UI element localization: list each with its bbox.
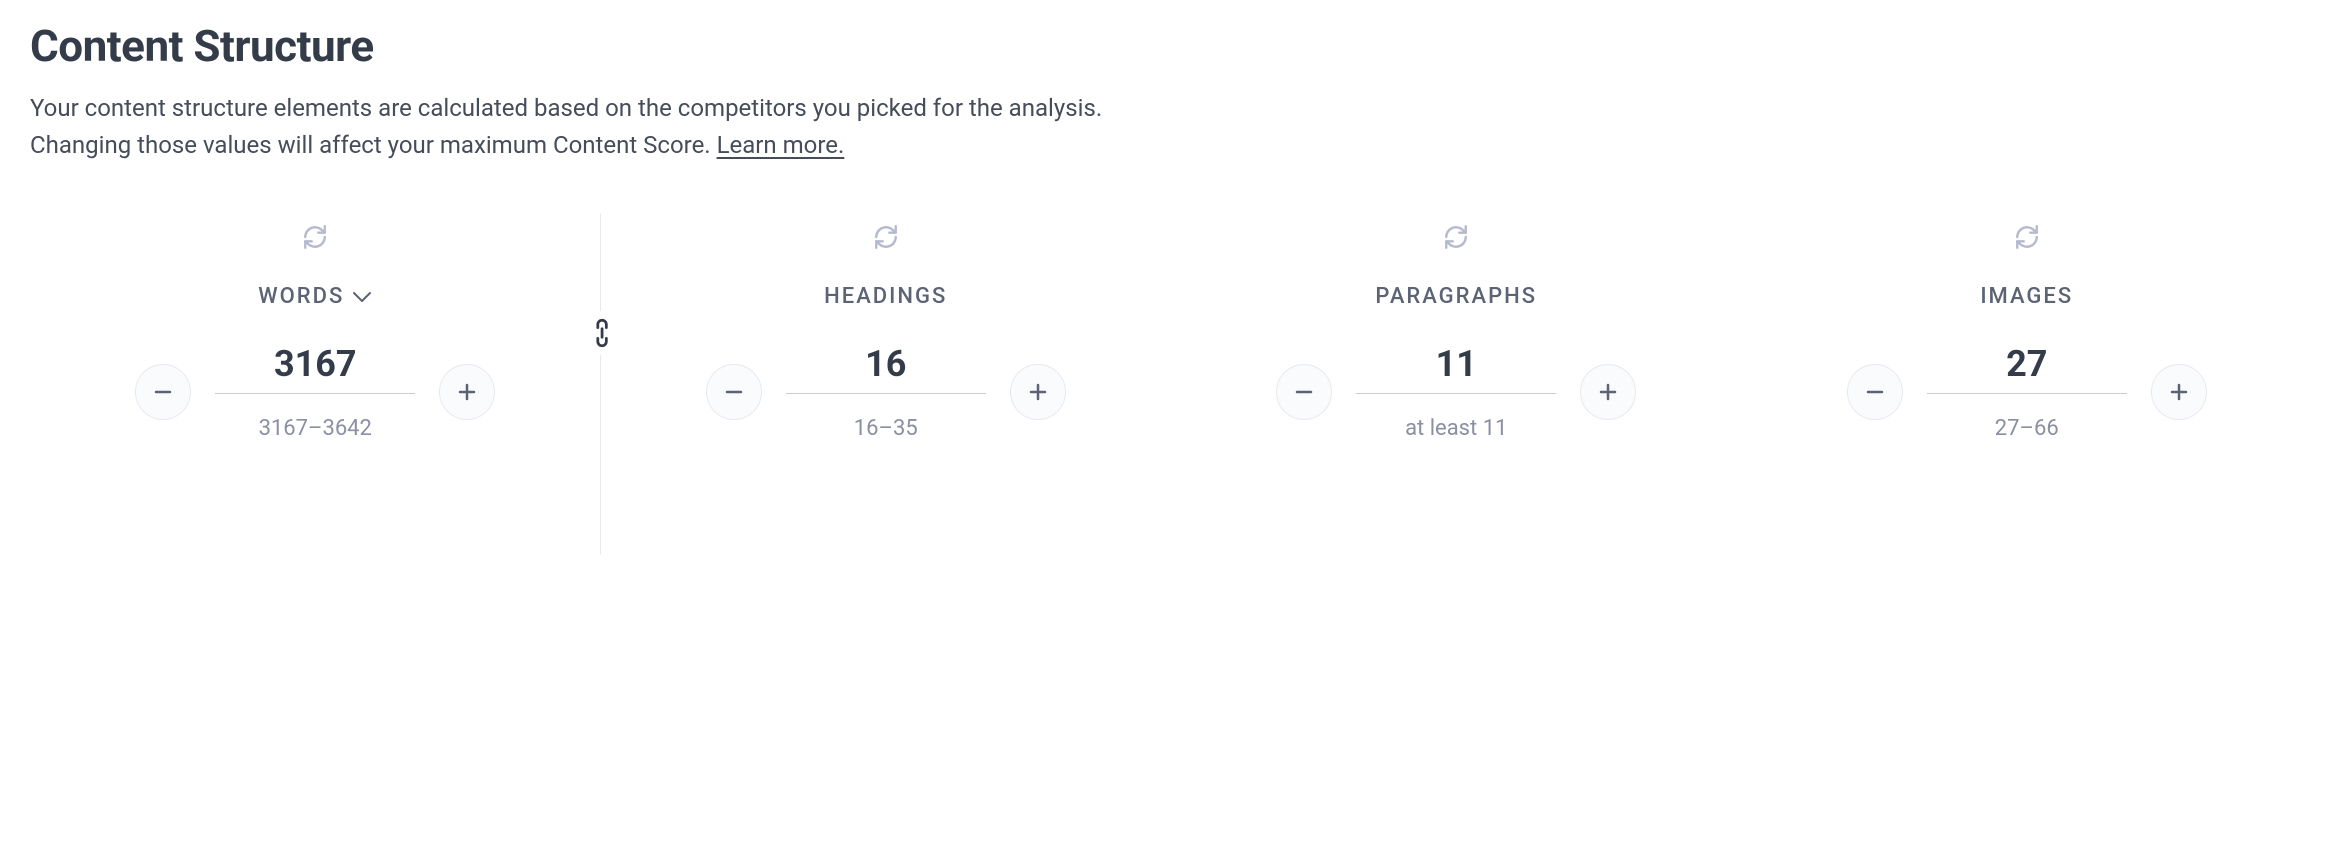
learn-more-link[interactable]: Learn more. xyxy=(717,131,845,159)
images-range: 27–66 xyxy=(1995,416,2059,441)
paragraphs-stepper: 11 at least 11 xyxy=(1189,343,1724,441)
images-value[interactable]: 27 xyxy=(1927,343,2127,394)
metric-images: IMAGES 27 27–66 xyxy=(1742,224,2313,441)
paragraphs-range: at least 11 xyxy=(1405,416,1507,441)
refresh-icon[interactable] xyxy=(302,224,328,250)
refresh-icon[interactable] xyxy=(873,224,899,250)
words-label-row[interactable]: WORDS xyxy=(258,284,372,309)
headings-increment-button[interactable] xyxy=(1010,364,1066,420)
page-title: Content Structure xyxy=(30,20,2312,72)
description-line-1: Your content structure elements are calc… xyxy=(30,94,1102,122)
metric-headings: HEADINGS 16 16–35 xyxy=(601,224,1172,441)
metrics-row: WORDS 3167 3167–3642 xyxy=(30,224,2312,441)
metric-words: WORDS 3167 3167–3642 xyxy=(30,224,601,441)
paragraphs-decrement-button[interactable] xyxy=(1276,364,1332,420)
description-line-2: Changing those values will affect your m… xyxy=(30,131,717,159)
paragraphs-label: PARAGRAPHS xyxy=(1375,284,1537,309)
images-increment-button[interactable] xyxy=(2151,364,2207,420)
words-increment-button[interactable] xyxy=(439,364,495,420)
paragraphs-increment-button[interactable] xyxy=(1580,364,1636,420)
page-description: Your content structure elements are calc… xyxy=(30,90,2312,164)
words-label: WORDS xyxy=(258,284,344,309)
words-stepper: 3167 3167–3642 xyxy=(48,343,583,441)
paragraphs-label-row: PARAGRAPHS xyxy=(1375,284,1537,309)
images-label: IMAGES xyxy=(1980,284,2073,309)
paragraphs-value[interactable]: 11 xyxy=(1356,343,1556,394)
words-range: 3167–3642 xyxy=(259,416,372,441)
headings-stepper: 16 16–35 xyxy=(619,343,1154,441)
link-toggle[interactable] xyxy=(586,311,616,355)
words-value[interactable]: 3167 xyxy=(215,343,415,394)
headings-label: HEADINGS xyxy=(824,284,947,309)
headings-decrement-button[interactable] xyxy=(706,364,762,420)
words-decrement-button[interactable] xyxy=(135,364,191,420)
words-value-box: 3167 3167–3642 xyxy=(215,343,415,441)
images-value-box: 27 27–66 xyxy=(1927,343,2127,441)
images-label-row: IMAGES xyxy=(1980,284,2073,309)
headings-label-row: HEADINGS xyxy=(824,284,947,309)
refresh-icon[interactable] xyxy=(1443,224,1469,250)
metric-paragraphs: PARAGRAPHS 11 at least 11 xyxy=(1171,224,1742,441)
images-stepper: 27 27–66 xyxy=(1760,343,2295,441)
headings-value[interactable]: 16 xyxy=(786,343,986,394)
headings-value-box: 16 16–35 xyxy=(786,343,986,441)
paragraphs-value-box: 11 at least 11 xyxy=(1356,343,1556,441)
chevron-down-icon xyxy=(352,290,372,304)
headings-range: 16–35 xyxy=(854,416,918,441)
refresh-icon[interactable] xyxy=(2014,224,2040,250)
images-decrement-button[interactable] xyxy=(1847,364,1903,420)
